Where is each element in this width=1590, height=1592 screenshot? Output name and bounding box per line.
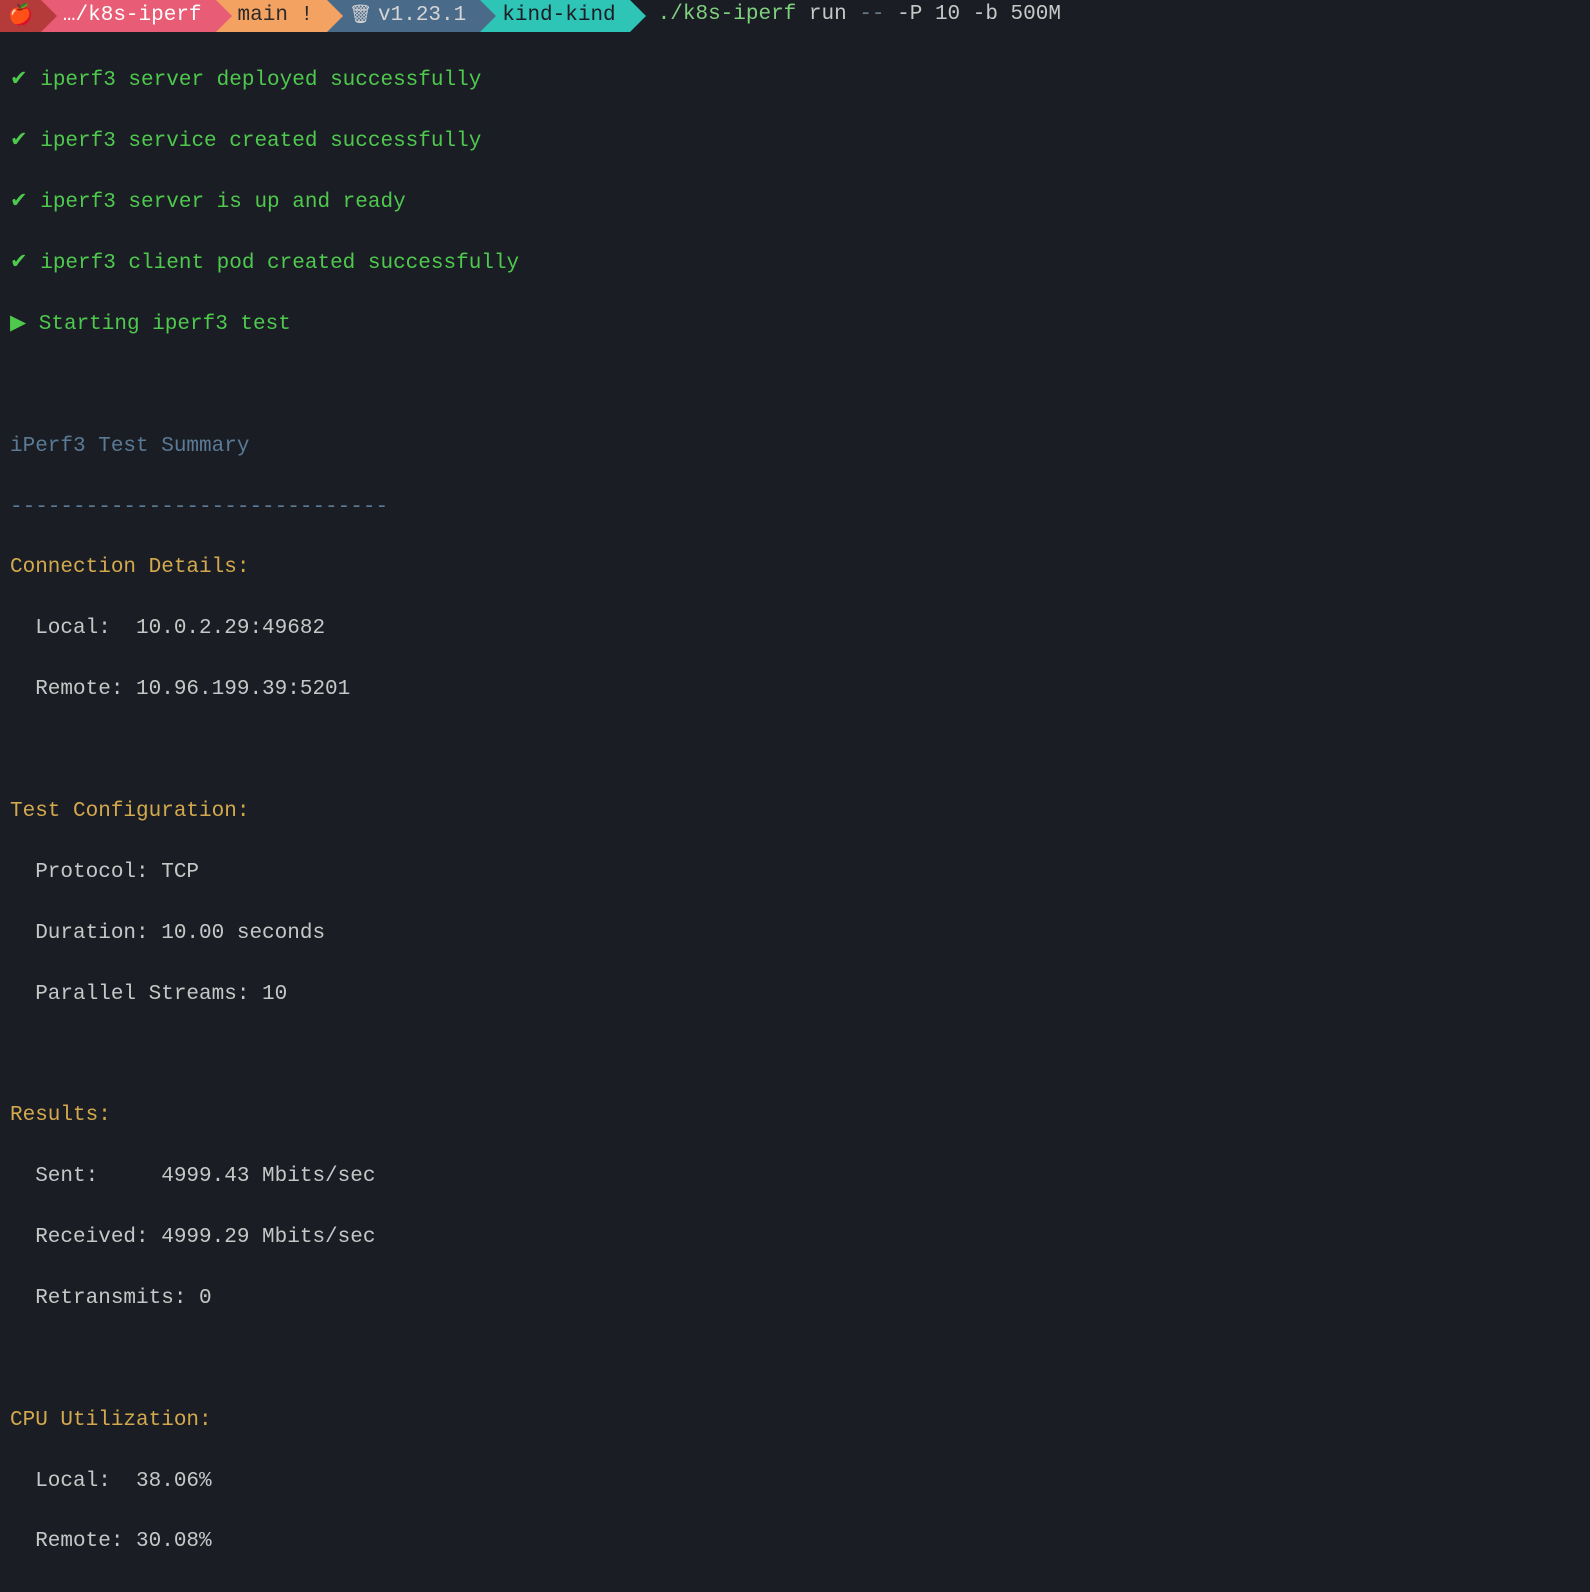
config-protocol: Protocol: TCP: [10, 858, 1580, 888]
config-duration: Duration: 10.00 seconds: [10, 919, 1580, 949]
check-icon: ✔: [10, 130, 28, 153]
status-text: iperf3 server deployed successfully: [40, 69, 481, 92]
results-received: Received: 4999.29 Mbits/sec: [10, 1223, 1580, 1253]
config-streams: Parallel Streams: 10: [10, 980, 1580, 1010]
cmd-separator: --: [859, 3, 884, 26]
prompt-k8s-version: 🗑v1.23.1: [327, 0, 480, 32]
status-text: iperf3 server is up and ready: [40, 191, 405, 214]
results-sent: Sent: 4999.43 Mbits/sec: [10, 1162, 1580, 1192]
apple-icon: 🍎: [8, 2, 33, 31]
summary-title: iPerf3 Test Summary: [10, 432, 1580, 462]
check-icon: ✔: [10, 252, 28, 275]
status-text: Starting iperf3 test: [39, 313, 291, 336]
check-icon: ✔: [10, 191, 28, 214]
config-heading: Test Configuration:: [10, 797, 1580, 827]
prompt-os-icon: 🍎: [0, 0, 41, 32]
check-icon: ✔: [10, 69, 28, 92]
results-heading: Results:: [10, 1101, 1580, 1131]
status-line: ✔ iperf3 service created successfully: [10, 127, 1580, 157]
status-line: ▶ Starting iperf3 test: [10, 310, 1580, 340]
k8s-version-text: v1.23.1: [378, 1, 466, 31]
play-icon: ▶: [10, 313, 26, 336]
cmd-args: -P 10 -b 500M: [897, 3, 1061, 26]
command-input[interactable]: ./k8s-iperf run -- -P 10 -b 500M: [630, 0, 1590, 32]
results-retransmits: Retransmits: 0: [10, 1284, 1580, 1314]
cpu-remote: Remote: 30.08%: [10, 1527, 1580, 1557]
trash-icon: 🗑: [349, 3, 372, 29]
cpu-heading: CPU Utilization:: [10, 1406, 1580, 1436]
prompt-git-branch: main !: [216, 0, 328, 32]
status-line: ✔ iperf3 client pod created successfully: [10, 249, 1580, 279]
prompt-k8s-context: kind-kind: [480, 0, 629, 32]
cpu-local: Local: 38.06%: [10, 1467, 1580, 1497]
status-text: iperf3 client pod created successfully: [40, 252, 519, 275]
status-line: ✔ iperf3 server deployed successfully: [10, 66, 1580, 96]
status-line: ✔ iperf3 server is up and ready: [10, 188, 1580, 218]
status-text: iperf3 service created successfully: [40, 130, 481, 153]
shell-prompt[interactable]: 🍎 …/k8s-iperf main ! 🗑v1.23.1 kind-kind …: [0, 0, 1590, 32]
prompt-path: …/k8s-iperf: [41, 0, 216, 32]
cmd-subcommand: run: [809, 3, 847, 26]
terminal-output: ✔ iperf3 server deployed successfully ✔ …: [0, 32, 1590, 1592]
summary-divider: ------------------------------: [10, 493, 1580, 523]
connection-remote: Remote: 10.96.199.39:5201: [10, 675, 1580, 705]
connection-local: Local: 10.0.2.29:49682: [10, 614, 1580, 644]
connection-heading: Connection Details:: [10, 553, 1580, 583]
cmd-binary: ./k8s-iperf: [658, 3, 797, 26]
